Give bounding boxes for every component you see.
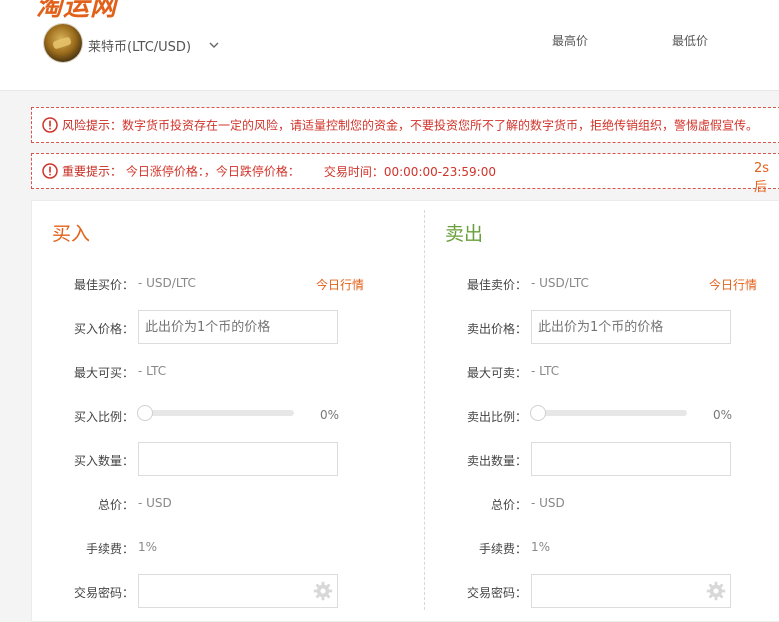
pair-selector[interactable]: 莱特币(LTC/USD): [88, 36, 191, 55]
best-sell-price-value: - USD/LTC: [531, 276, 589, 290]
best-sell-price-label: 最佳卖价：: [466, 278, 527, 292]
risk-notice: 风险提示：数字货币投资存在一定的风险，请适量控制您的资金，不要投资您所不了解的数…: [31, 107, 779, 143]
max-buy-label: 最大可买：: [73, 366, 134, 380]
sell-ratio-label: 卖出比例：: [466, 410, 527, 424]
sell-amount-label: 卖出数量：: [466, 454, 527, 468]
buy-ratio-slider-track[interactable]: [144, 410, 294, 416]
buy-ratio-slider-handle[interactable]: [137, 405, 153, 421]
max-sell-label: 最大可卖：: [466, 366, 527, 380]
sell-title: 卖出: [445, 223, 484, 245]
buy-today-market-link[interactable]: 今日行情: [316, 276, 364, 293]
sell-price-input[interactable]: [531, 310, 731, 344]
buy-price-label: 买入价格：: [73, 322, 134, 336]
sell-fee-value: 1%: [531, 540, 551, 554]
chevron-down-icon[interactable]: [208, 39, 220, 51]
sell-total-label: 总价：: [490, 498, 527, 512]
site-logo-text[interactable]: 淘运网: [36, 0, 117, 23]
buy-ratio-label: 买入比例：: [73, 410, 134, 424]
buy-total-label: 总价：: [97, 498, 134, 512]
gear-icon[interactable]: [706, 581, 726, 601]
buy-title: 买入: [52, 223, 91, 245]
high-price-label: 最高价: [552, 34, 589, 48]
buy-fee-value: 1%: [138, 540, 158, 554]
buy-password-label: 交易密码：: [73, 586, 134, 600]
panel-divider: [424, 210, 425, 610]
warning-circle-icon: [42, 162, 58, 179]
important-notice-label: 重要提示：: [62, 164, 123, 179]
sell-total-value: - USD: [531, 496, 565, 510]
sell-ratio-slider-handle[interactable]: [530, 405, 546, 421]
buy-amount-label: 买入数量：: [73, 454, 134, 468]
sell-ratio-percent: 0%: [713, 408, 733, 422]
sell-fee-label: 手续费：: [478, 542, 527, 556]
buy-amount-input[interactable]: [138, 442, 338, 476]
low-price-label: 最低价: [672, 34, 709, 48]
buy-fee-label: 手续费：: [85, 542, 134, 556]
important-notice: 重要提示： 今日涨停价格：，今日跌停价格： 交易时间：00:00:00-23:59…: [31, 153, 779, 189]
refresh-countdown: 2s后: [754, 161, 770, 195]
gear-icon[interactable]: [313, 581, 333, 601]
sell-today-market-link[interactable]: 今日行情: [709, 276, 757, 293]
risk-notice-text: 数字货币投资存在一定的风险，请适量控制您的资金，不要投资您所不了解的数字货币，拒…: [122, 118, 759, 133]
risk-notice-label: 风险提示：: [62, 118, 123, 133]
max-buy-value: - LTC: [138, 364, 167, 378]
trade-time-text: 交易时间：00:00:00-23:59:00: [323, 164, 496, 179]
best-buy-price-label: 最佳买价：: [73, 278, 134, 292]
sell-price-label: 卖出价格：: [466, 322, 527, 336]
sell-password-label: 交易密码：: [466, 586, 527, 600]
buy-ratio-percent: 0%: [320, 408, 340, 422]
sell-amount-input[interactable]: [531, 442, 731, 476]
litecoin-coin-icon: [44, 24, 82, 62]
sell-ratio-slider-track[interactable]: [537, 410, 687, 416]
buy-total-value: - USD: [138, 496, 172, 510]
buy-password-input[interactable]: [138, 574, 338, 608]
top-header: 淘运网 莱特币(LTC/USD) 最高价 最低价: [0, 0, 779, 91]
buy-price-input[interactable]: [138, 310, 338, 344]
warning-circle-icon: [42, 116, 58, 133]
price-limit-text: 今日涨停价格：，今日跌停价格：: [125, 164, 300, 179]
best-buy-price-value: - USD/LTC: [138, 276, 196, 290]
max-sell-value: - LTC: [531, 364, 560, 378]
sell-password-input[interactable]: [531, 574, 731, 608]
